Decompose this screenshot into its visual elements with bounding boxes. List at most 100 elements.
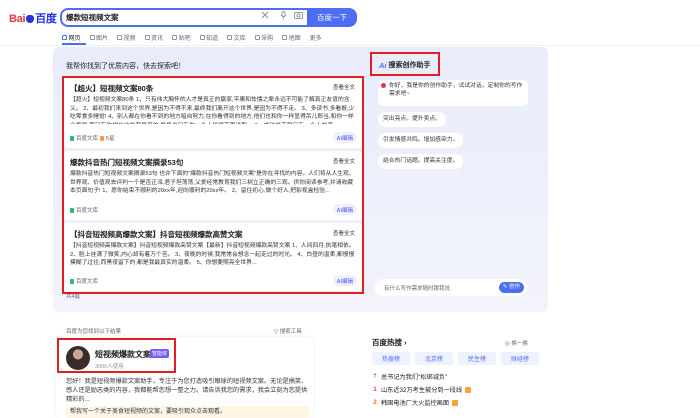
camera-icon[interactable] bbox=[294, 11, 303, 19]
baidu-logo[interactable]: Bai 百度 bbox=[9, 10, 57, 26]
source-name: 百度文库 bbox=[76, 136, 99, 142]
logo-text-bai: Bai bbox=[9, 13, 26, 25]
tab-caigou[interactable]: 采购 bbox=[254, 31, 274, 43]
helper-title-text: 搜索创作助手 bbox=[388, 62, 431, 69]
agent-description: 您好！我是短视频爆款文案助手，专注于为您打造吸引眼球的短视频文案。无论是搞笑、感… bbox=[66, 378, 308, 403]
card-snippet: 【抖音短视频高爆款文案】抖音短视频爆款高赞文案【最新】抖音短视频爆款高赞文案 1… bbox=[70, 243, 355, 266]
hot-tab[interactable]: 热搜榜 bbox=[372, 352, 410, 365]
tab-label: 地图 bbox=[288, 35, 301, 42]
card-snippet: 【超火】短视频文案80条 1、只有伟大胸怀的人才是真正的赢家,平庸和怯懦之辈永远… bbox=[70, 97, 355, 124]
tab-wenku[interactable]: 文库 bbox=[227, 31, 246, 43]
news-icon bbox=[144, 34, 150, 40]
hot-tabs: 热搜榜 北京榜 民生榜 财经榜 bbox=[372, 352, 539, 365]
view-full-link[interactable]: 查看全文 bbox=[333, 83, 355, 91]
create-button[interactable]: ✎ 创作 bbox=[498, 282, 524, 293]
microphone-icon[interactable] bbox=[280, 11, 287, 20]
tieba-icon bbox=[172, 34, 178, 40]
view-full-link[interactable]: 查看全文 bbox=[333, 229, 355, 237]
search-box[interactable] bbox=[60, 8, 307, 27]
zhidao-icon bbox=[199, 34, 205, 40]
web-icon bbox=[62, 34, 67, 40]
card-source: 百度文库 5星 bbox=[70, 134, 115, 142]
helper-input[interactable]: 有什么写作需求随时跟我说 ✎ 创作 bbox=[375, 279, 527, 296]
hot-tab[interactable]: 财经榜 bbox=[501, 352, 539, 365]
tab-label: 更多 bbox=[309, 35, 322, 42]
cart-icon bbox=[254, 34, 260, 40]
tab-label: 贴吧 bbox=[178, 35, 191, 42]
avatar[interactable] bbox=[66, 346, 90, 370]
map-icon bbox=[282, 34, 288, 40]
tab-map[interactable]: 地图 bbox=[282, 31, 301, 43]
top-bar: Bai 百度 百度一下 bbox=[0, 0, 700, 28]
paw-icon bbox=[26, 15, 35, 23]
suggestion-chip[interactable]: 结合热门话题。提高关注度。 bbox=[378, 154, 464, 169]
tab-video[interactable]: 视频 bbox=[117, 31, 136, 43]
image-icon bbox=[89, 34, 95, 40]
ai-logo-icon: Ai bbox=[379, 60, 387, 70]
view-full-link[interactable]: 查看全文 bbox=[333, 157, 355, 165]
suggestion-chip[interactable]: 突出亮点。提升卖点。 bbox=[378, 112, 446, 127]
search-tools-button[interactable]: ▽ 搜索工具 bbox=[274, 327, 302, 335]
search-tools-label: 搜索工具 bbox=[279, 329, 302, 335]
search-input[interactable] bbox=[66, 13, 246, 22]
tab-label: 网页 bbox=[68, 35, 81, 42]
rating-icon bbox=[100, 135, 105, 141]
hot-tab[interactable]: 北京榜 bbox=[415, 352, 453, 365]
clear-icon[interactable] bbox=[261, 11, 269, 19]
tab-more[interactable]: 更多 bbox=[310, 31, 322, 43]
tab-label: 资讯 bbox=[151, 35, 164, 42]
ai-edit-button[interactable]: AI编辑 bbox=[332, 132, 357, 143]
ai-edit-button[interactable]: AI编辑 bbox=[332, 275, 357, 286]
search-button[interactable]: 百度一下 bbox=[307, 8, 357, 27]
hot-item[interactable]: 2 韩国电池厂大火监控画面 bbox=[372, 398, 459, 407]
card-source: 百度文库 bbox=[70, 277, 98, 285]
intro-text: 我帮你找到了优质内容，快去探索吧！ bbox=[66, 63, 185, 70]
source-name: 百度文库 bbox=[76, 208, 99, 214]
hot-rank: 1 bbox=[373, 386, 377, 393]
logo-text-baidu: 百度 bbox=[35, 13, 57, 25]
assistant-icon bbox=[381, 83, 386, 88]
tab-zhidao[interactable]: 知道 bbox=[199, 31, 219, 43]
tab-label: 采购 bbox=[261, 35, 274, 42]
helper-greeting: 你好，我是你的创作助手，试试对话，定制你的写作需求吧~ bbox=[378, 80, 528, 106]
suggestion-chip[interactable]: 引发情感共鸣。增加感染力。 bbox=[378, 133, 464, 148]
hot-search-title-text: 百度热搜 bbox=[372, 338, 402, 347]
result-hint: 百度为您找到以下结果 bbox=[66, 329, 122, 335]
ai-edit-button[interactable]: AI编辑 bbox=[332, 204, 357, 215]
wenku-icon bbox=[70, 135, 74, 141]
hot-item-text: 总书记为我们"松绑减负" bbox=[381, 374, 448, 381]
hot-tab[interactable]: 民生榜 bbox=[458, 352, 496, 365]
refresh-button[interactable]: ◎ 换一换 bbox=[505, 339, 528, 347]
hot-search-title[interactable]: 百度热搜 › bbox=[372, 337, 407, 348]
wenku-icon bbox=[70, 278, 74, 284]
tab-label: 图片 bbox=[96, 35, 109, 42]
greeting-text: 你好，我是你的创作助手，试试对话，定制你的写作需求吧~ bbox=[389, 83, 523, 97]
helper-input-placeholder: 有什么写作需求随时跟我说 bbox=[384, 286, 451, 292]
tab-label: 知道 bbox=[206, 35, 219, 42]
tab-news[interactable]: 资讯 bbox=[144, 31, 164, 43]
card-title[interactable]: 爆款抖音热门短视频文案摘录53句 bbox=[70, 157, 183, 168]
tab-label: 文库 bbox=[233, 35, 246, 42]
pin-icon: ⇡ bbox=[372, 373, 378, 380]
result-count: 共4篇 bbox=[66, 294, 81, 300]
hot-flag-icon bbox=[452, 399, 459, 406]
result-card[interactable]: 爆款抖音热门短视频文案摘录53句 查看全文 爆款抖音热门短视频文案摘录53句 也… bbox=[63, 151, 363, 220]
tab-web[interactable]: 网页 bbox=[62, 31, 81, 43]
agent-prompt-suggestion[interactable]: 帮我写一个关于美食短视频的文案，要吸引观众点击观看。 bbox=[66, 406, 310, 418]
source-name: 百度文库 bbox=[76, 279, 99, 285]
hot-item-text: 韩国电池厂大火监控画面 bbox=[381, 400, 450, 407]
agent-badge: 智能体 bbox=[150, 349, 170, 358]
tab-label: 视频 bbox=[123, 35, 136, 42]
tab-tieba[interactable]: 贴吧 bbox=[172, 31, 191, 43]
hot-item[interactable]: ⇡ 总书记为我们"松绑减负" bbox=[372, 372, 447, 381]
card-title[interactable]: 【超火】短视频文案80条 bbox=[70, 83, 153, 94]
agent-users: 3000人使用 bbox=[95, 364, 124, 370]
hot-item[interactable]: 1 山东近32万考生被分到一段线 bbox=[372, 385, 472, 394]
refresh-label: 换一换 bbox=[511, 341, 528, 347]
result-card[interactable]: 【超火】短视频文案80条 查看全文 【超火】短视频文案80条 1、只有伟大胸怀的… bbox=[63, 77, 363, 148]
agent-name[interactable]: 短视频爆款文案 bbox=[95, 349, 151, 360]
wenku-icon bbox=[227, 34, 233, 40]
result-card[interactable]: 【抖音短视频高爆款文案】抖音短视频爆款高赞文案 查看全文 【抖音短视频高爆款文案… bbox=[63, 223, 363, 291]
tab-images[interactable]: 图片 bbox=[89, 31, 109, 43]
card-title[interactable]: 【抖音短视频高爆款文案】抖音短视频爆款高赞文案 bbox=[70, 229, 243, 240]
